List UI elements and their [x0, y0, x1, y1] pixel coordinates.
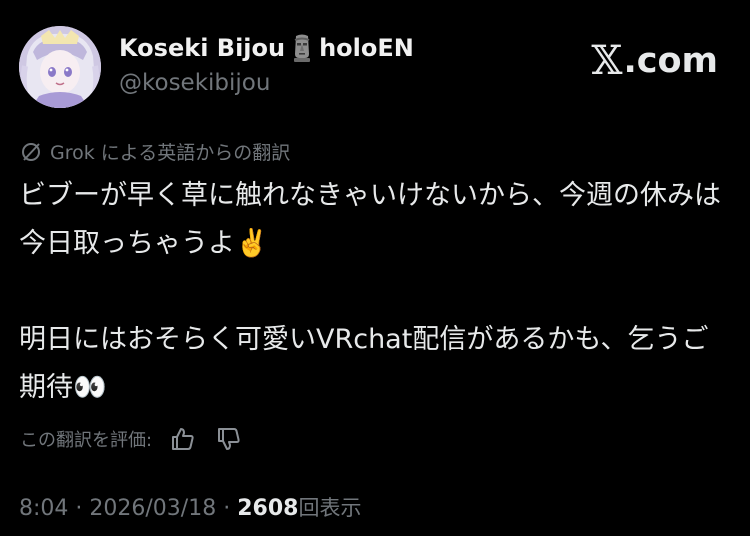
thumbs-down-icon: [218, 428, 240, 450]
grok-icon: [22, 142, 40, 161]
avatar[interactable]: [19, 26, 101, 108]
x-com-logo: 𝕏 .com: [591, 38, 718, 84]
thumbs-up-button[interactable]: [168, 424, 198, 454]
thumbs-down-button[interactable]: [214, 424, 244, 454]
rate-translation: この翻訳を評価:: [20, 424, 244, 454]
thumbs-up-icon: [172, 428, 194, 450]
meta-separator: ·: [223, 496, 231, 521]
author-handle[interactable]: @kosekibijou: [119, 70, 270, 96]
views-label: 回表示: [298, 496, 362, 520]
author-display-name[interactable]: Koseki Bijou holoEN: [119, 34, 414, 62]
x-logo-icon: 𝕏: [591, 38, 623, 84]
tweet-time[interactable]: 8:04: [19, 496, 68, 521]
translation-label: Grok による英語からの翻訳: [50, 142, 291, 164]
brand-domain: .com: [623, 41, 718, 81]
tweet-date[interactable]: 2026/03/18: [89, 496, 216, 521]
rate-label: この翻訳を評価:: [20, 430, 153, 451]
meta-separator: ·: [75, 496, 83, 521]
tweet-metadata: 8:04 · 2026/03/18 · 2608回表示: [19, 492, 361, 522]
tweet-text: ビブーが早く草に触れなきゃいけないから、今週の休みは今日取っちゃうよ✌️ 明日に…: [19, 180, 721, 403]
avatar-image: [19, 26, 101, 108]
moai-icon: [294, 34, 311, 62]
author-name-text: Koseki Bijou: [119, 34, 286, 62]
translation-attribution: Grok による英語からの翻訳: [20, 138, 290, 165]
author-name-suffix: holoEN: [319, 34, 414, 62]
views-count: 2608: [237, 496, 299, 521]
